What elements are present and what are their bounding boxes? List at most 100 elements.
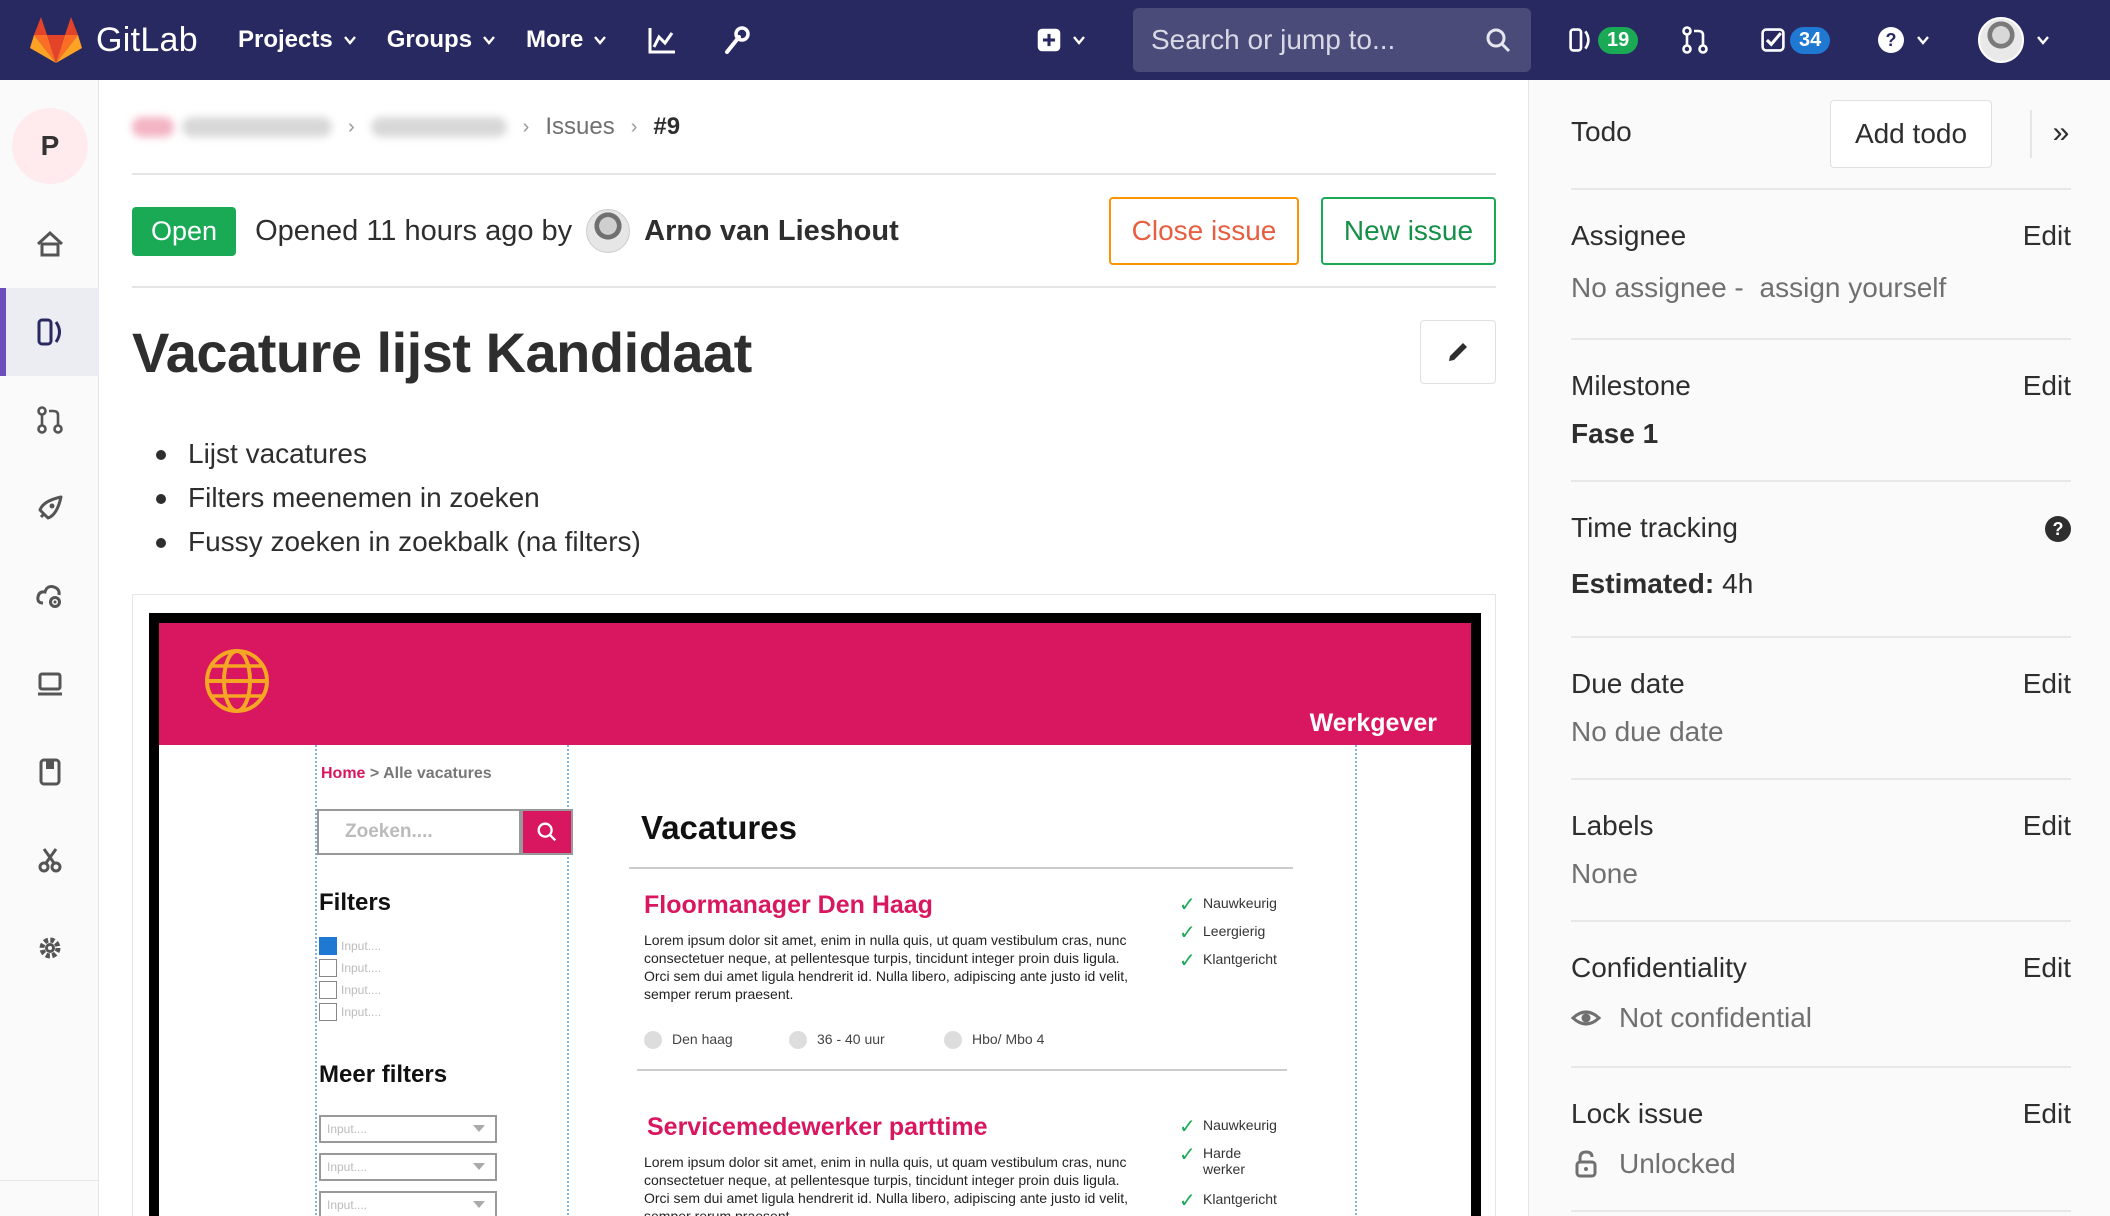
issue-description: Lijst vacatures Filters meenemen in zoek… — [152, 432, 641, 564]
breadcrumb-separator: › — [348, 115, 355, 138]
gitlab-home-link[interactable]: GitLab — [30, 0, 198, 80]
sidebar-item-environments[interactable] — [0, 640, 99, 728]
project-avatar[interactable]: P — [12, 108, 88, 184]
groups-menu-label: Groups — [386, 26, 473, 53]
search-input[interactable] — [1133, 24, 1463, 56]
mockup-checkbox — [319, 937, 337, 955]
sidebar-divider — [1571, 636, 2071, 638]
list-item: Lijst vacatures — [152, 432, 641, 476]
edit-title-button[interactable] — [1420, 320, 1496, 384]
projects-menu[interactable]: Projects — [238, 0, 357, 80]
milestone-value[interactable]: Fase 1 — [1571, 418, 1658, 450]
sidebar-item-settings[interactable] — [0, 904, 99, 992]
new-issue-button[interactable]: New issue — [1321, 197, 1496, 265]
mockup-border: Werkgever Home > Alle vacatures Zoeken..… — [149, 613, 1481, 1216]
sidebar-item-merge-requests[interactable] — [0, 376, 99, 464]
lock-issue-value: Unlocked — [1619, 1148, 1736, 1179]
sidebar-item-snippets[interactable] — [0, 816, 99, 904]
mockup-checkbox — [319, 981, 337, 999]
labels-value: None — [1571, 858, 1638, 889]
lock-issue-section: Lock issue Edit Unlocked — [1571, 1098, 2071, 1198]
mockup-divider — [637, 1069, 1287, 1071]
issues-icon — [37, 318, 61, 346]
user-menu[interactable] — [1978, 0, 2050, 80]
confidentiality-edit-link[interactable]: Edit — [2023, 952, 2071, 984]
close-issue-button[interactable]: Close issue — [1109, 197, 1299, 265]
estimated-value: 4h — [1722, 568, 1754, 599]
sidebar-item-issues[interactable] — [0, 288, 99, 376]
breadcrumb-divider — [132, 173, 1496, 175]
time-tracking-label: Time tracking — [1571, 512, 1739, 543]
due-date-edit-link[interactable]: Edit — [2023, 668, 2071, 700]
labels-label: Labels — [1571, 810, 1654, 841]
unlock-icon — [1575, 1150, 1597, 1178]
more-menu-label: More — [526, 26, 584, 53]
todo-section: Todo — [1571, 116, 2071, 156]
lock-issue-edit-link[interactable]: Edit — [2023, 1098, 2071, 1130]
mockup-job-title: Servicemedewerker parttime — [647, 1113, 988, 1141]
mockup-page-title: Vacatures — [641, 809, 797, 846]
sidebar-item-project-home[interactable] — [0, 200, 99, 288]
breadcrumb-issues[interactable]: Issues — [545, 113, 614, 141]
author-avatar[interactable] — [586, 209, 631, 253]
assignee-value: No assignee - — [1571, 272, 1752, 303]
brand-name: GitLab — [96, 20, 198, 59]
sidebar-item-ci-cd[interactable] — [0, 464, 99, 552]
list-item: Filters meenemen in zoeken — [152, 476, 641, 520]
merge-requests-link[interactable] — [1680, 0, 1710, 80]
lock-issue-label: Lock issue — [1571, 1098, 1704, 1129]
activity-chart-button[interactable] — [647, 0, 677, 80]
due-date-value: No due date — [1571, 716, 1724, 747]
blurred-group-avatar — [132, 117, 174, 137]
groups-menu[interactable]: Groups — [387, 0, 496, 80]
mockup-header: Werkgever — [159, 623, 1471, 745]
new-dropdown-button[interactable] — [1036, 0, 1086, 80]
breadcrumb-separator: › — [522, 115, 530, 138]
blurred-group-name[interactable] — [182, 117, 332, 137]
todos-link[interactable]: 34 — [1760, 0, 1831, 80]
mockup-job-location: Den haag — [644, 1031, 733, 1049]
issue-sidebar: Todo Assignee Edit No assignee - assign … — [1528, 80, 2110, 1216]
mockup-more-filters-heading: Meer filters — [319, 1061, 448, 1088]
collapse-sidebar-button[interactable]: » — [2046, 116, 2076, 149]
mockup-job-tag: Nauwkeurig — [1179, 892, 1277, 917]
assigned-issues-link[interactable]: 19 — [1568, 0, 1639, 80]
mockup-select: Input.... — [319, 1191, 497, 1216]
labels-edit-link[interactable]: Edit — [2023, 810, 2071, 842]
help-dropdown[interactable]: ? — [1876, 0, 1930, 80]
assign-yourself-link[interactable]: assign yourself — [1760, 272, 1947, 304]
author-name[interactable]: Arno van Lieshout — [644, 215, 899, 248]
admin-area-button[interactable] — [721, 0, 751, 80]
mockup-job-tag: Klantgericht — [1179, 948, 1277, 973]
estimated-label: Estimated: — [1571, 568, 1715, 599]
gear-icon — [39, 937, 60, 959]
mockup-checkbox-label: Input.... — [341, 1005, 382, 1019]
add-todo-button[interactable]: Add todo — [1830, 100, 1992, 168]
monitor-icon — [37, 672, 62, 696]
more-menu[interactable]: More — [526, 0, 607, 80]
search-icon — [1486, 28, 1511, 53]
description-image[interactable]: Werkgever Home > Alle vacatures Zoeken..… — [132, 594, 1496, 1216]
scissors-icon — [38, 848, 61, 873]
merge-request-icon — [1682, 26, 1708, 54]
mockup-job-tag: Klantgericht — [1179, 1188, 1277, 1213]
globe-icon — [205, 649, 269, 713]
admin-wrench-icon — [725, 26, 751, 54]
breadcrumb-issue-number[interactable]: #9 — [653, 113, 680, 141]
rocket-icon — [38, 495, 62, 520]
assignee-edit-link[interactable]: Edit — [2023, 220, 2071, 252]
mockup-job-description: Lorem ipsum dolor sit amet, enim in null… — [644, 932, 1129, 1002]
blurred-project-name[interactable] — [370, 117, 507, 137]
todo-check-icon — [1761, 28, 1785, 52]
chevron-down-icon — [1073, 36, 1085, 45]
sidebar-divider — [1571, 1066, 2071, 1068]
sidebar-item-operations[interactable] — [0, 552, 99, 640]
mockup-checkbox-label: Input.... — [341, 983, 382, 997]
todos-count-badge: 34 — [1790, 26, 1831, 54]
sidebar-item-wiki[interactable] — [0, 728, 99, 816]
global-search[interactable] — [1133, 8, 1531, 72]
projects-menu-label: Projects — [237, 26, 333, 53]
collapse-divider — [2030, 110, 2032, 158]
help-icon[interactable]: ? — [2045, 516, 2071, 542]
milestone-edit-link[interactable]: Edit — [2023, 370, 2071, 402]
